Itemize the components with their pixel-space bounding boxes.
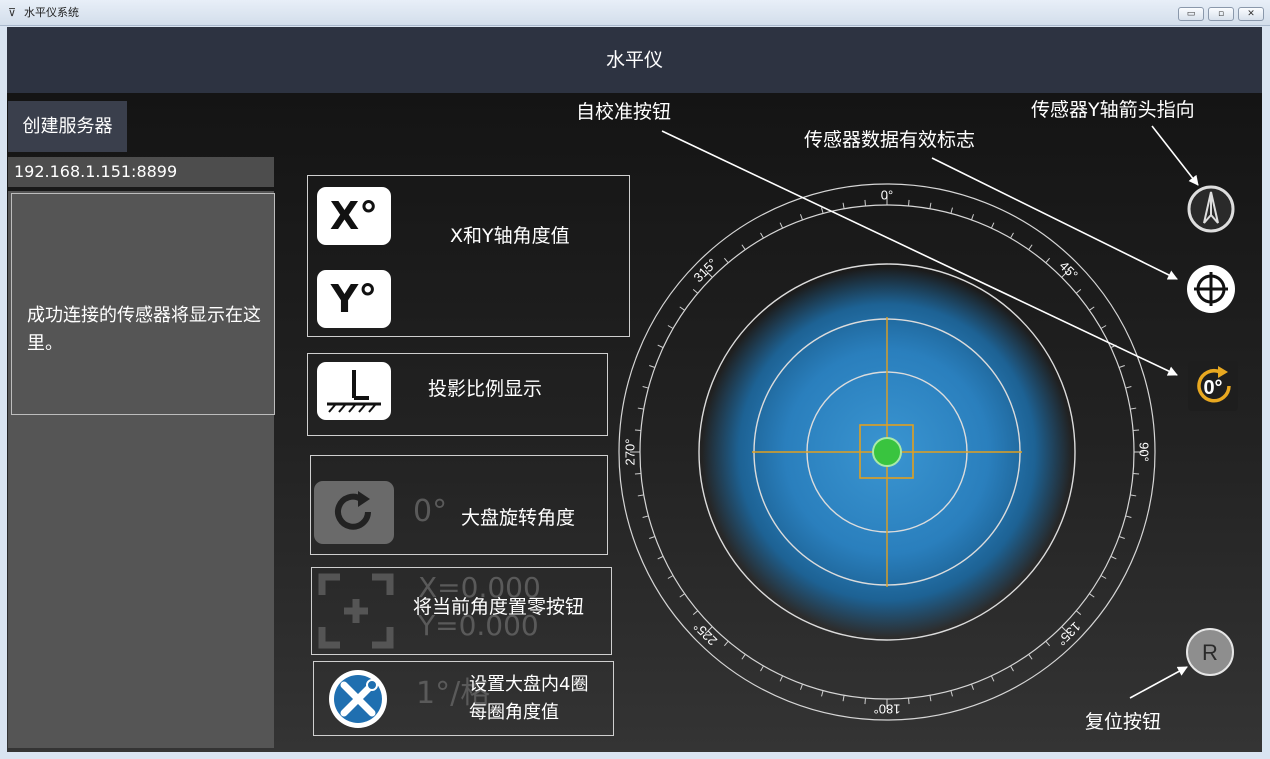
dial-tick [929, 695, 932, 702]
dial-tick [1028, 244, 1033, 250]
dial-tick [657, 344, 664, 349]
arrow-reset [1129, 666, 1188, 699]
dial-label: 45° [1056, 258, 1081, 283]
dial-tick [1028, 654, 1033, 660]
dial-tick [1045, 640, 1051, 647]
dial-tick [1118, 536, 1125, 540]
dial-tick [799, 683, 803, 690]
dial-label: 0° [881, 188, 893, 203]
dial-tick [692, 288, 699, 294]
sensor-valid-indicator [1187, 265, 1235, 313]
level-dial-overlay: 0° 45° 90° 135° 180° 225° 270° 315° 0° R [618, 125, 1238, 721]
dial-tick [908, 698, 910, 705]
self-calibrate-label: 0° [1203, 377, 1222, 399]
dial-tick [1075, 288, 1082, 294]
dial-tick [642, 386, 649, 389]
dial-tick [1130, 407, 1137, 410]
dial-label: 225° [690, 619, 720, 649]
sensor-y-arrow-indicator[interactable] [1187, 185, 1235, 233]
dial-label: 180° [874, 702, 901, 717]
dial-tick [649, 364, 656, 368]
dial-tick [908, 199, 910, 206]
dial-tick [1089, 593, 1095, 598]
dial-tick [1125, 386, 1132, 389]
dial-tick [1075, 610, 1082, 616]
dial-tick [950, 690, 953, 697]
dial-tick [799, 214, 803, 221]
dial-tick [634, 473, 641, 475]
dial-tick [657, 555, 664, 560]
dial-tick [723, 640, 729, 647]
dial-tick [1125, 515, 1132, 518]
close-button[interactable]: ✕ [1238, 7, 1264, 21]
dial-tick [842, 202, 845, 209]
dial-tick [779, 675, 784, 682]
dial-tick [1130, 494, 1137, 497]
level-dial: 0° 45° 90° 135° 180° 225° 270° 315° [618, 183, 1156, 721]
dial-tick [1100, 575, 1107, 579]
dial-tick [842, 695, 845, 702]
dial-tick [1133, 429, 1140, 431]
dial-tick [692, 610, 699, 616]
dial-tick [1089, 306, 1095, 311]
dial-tick [971, 214, 975, 221]
dial-tick [950, 207, 953, 214]
dial-tick [741, 244, 746, 250]
dial-tick [741, 654, 746, 660]
dial-tick [760, 232, 764, 239]
dial-tick [990, 222, 995, 229]
dial-tick [929, 202, 932, 209]
dial-tick [779, 222, 784, 229]
dial-label: 270° [623, 439, 638, 466]
dial-tick [1010, 665, 1014, 672]
dial-label: 135° [1054, 619, 1084, 649]
dial-tick [679, 306, 685, 311]
app-client-area: 水平仪 创建服务器 192.168.1.151:8899 成功连接的传感器将显示… [7, 27, 1262, 752]
dial-tick [637, 407, 644, 410]
dial-tick [637, 494, 644, 497]
dial-tick [1045, 257, 1051, 264]
dial-label: 315° [690, 255, 720, 285]
window-title-bar: ⊽ 水平仪系统 ▭ ▫ ✕ [0, 0, 1270, 26]
self-calibrate-button[interactable]: 0° [1188, 361, 1238, 411]
dial-tick [1133, 473, 1140, 475]
dial-tick [723, 257, 729, 264]
dial-tick [1100, 325, 1107, 329]
dial-tick [1110, 555, 1117, 560]
dial-tick [864, 698, 866, 705]
dial-tick [864, 199, 866, 206]
dial-tick [679, 593, 685, 598]
bubble [872, 437, 902, 467]
dial-tick [667, 325, 674, 329]
dial-label: 90° [1137, 442, 1152, 462]
dial-tick [971, 683, 975, 690]
dial-tick [642, 515, 649, 518]
dial-tick [1010, 232, 1014, 239]
reset-label: R [1202, 640, 1218, 665]
dial-tick [1118, 364, 1125, 368]
minimize-button[interactable]: ▭ [1178, 7, 1204, 21]
dial-tick [760, 665, 764, 672]
window-title: 水平仪系统 [24, 6, 79, 19]
dial-tick [634, 429, 641, 431]
reset-button[interactable]: R [1186, 628, 1234, 676]
dial-tick [821, 207, 824, 214]
arrow-sensor-y-arrow [1151, 125, 1199, 186]
dial-tick [649, 536, 656, 540]
dial-tick [821, 690, 824, 697]
app-icon: ⊽ [8, 6, 17, 19]
maximize-button[interactable]: ▫ [1208, 7, 1234, 21]
dial-tick [667, 575, 674, 579]
dial-tick [990, 675, 995, 682]
